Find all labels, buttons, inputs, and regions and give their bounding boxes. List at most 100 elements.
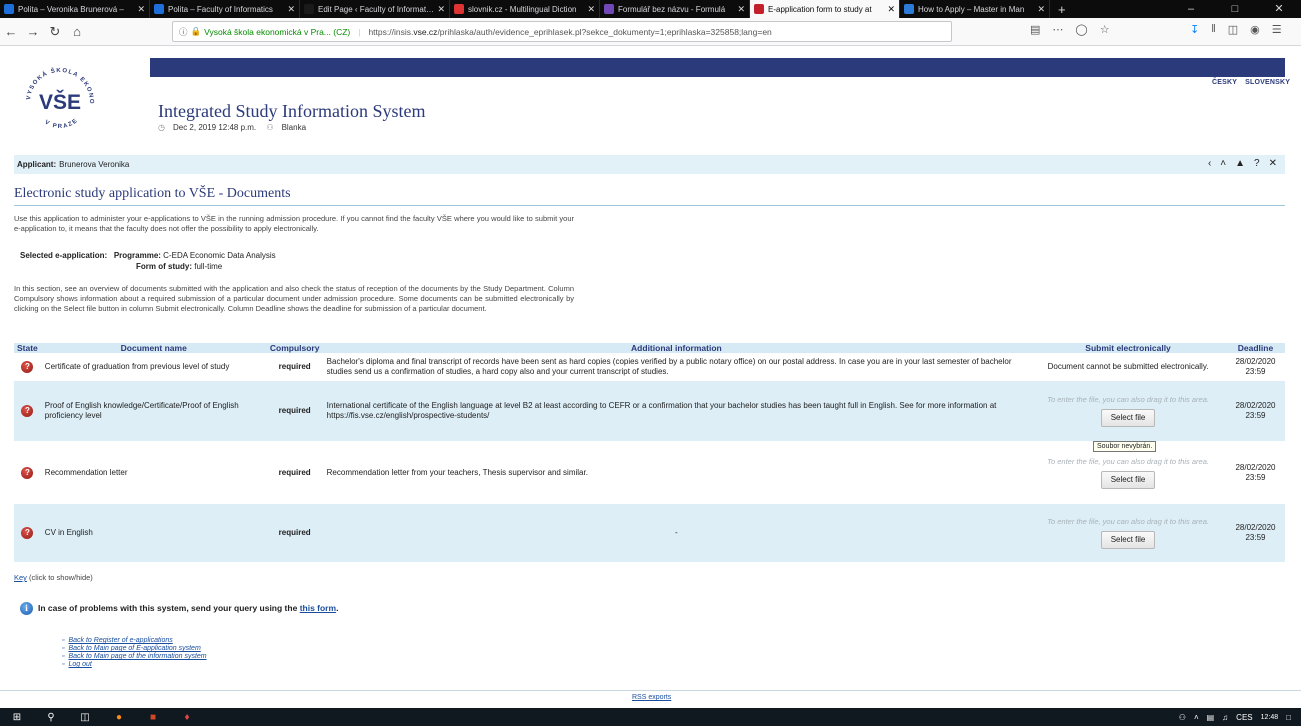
browser-tab[interactable]: Formulář bez názvu - Formulá ✕ (600, 0, 750, 18)
input-language[interactable]: CES (1236, 713, 1252, 722)
file-drop-area[interactable]: To enter the file, you can also drag it … (1030, 504, 1226, 562)
tab-label: slovnik.cz - Multilingual Diction (468, 4, 577, 14)
nav-home-icon[interactable]: ▲ (1235, 158, 1245, 169)
url-bar[interactable]: ⓘ 🔒 Vysoká škola ekonomická v Pra... (CZ… (172, 21, 952, 42)
volume-icon[interactable]: ♫ (1222, 713, 1228, 722)
maximize-icon[interactable]: □ (1213, 0, 1257, 18)
info-icon[interactable]: ⓘ (179, 26, 188, 38)
url-prefix: https://insis. (368, 26, 414, 37)
reload-icon[interactable]: ↻ (44, 24, 66, 40)
select-file-button[interactable]: Select file (1100, 470, 1156, 489)
pocket-icon[interactable]: ◯ (1075, 23, 1087, 36)
compulsory-value: required (266, 441, 323, 504)
bookmark-star-icon[interactable]: ☆ (1100, 23, 1110, 36)
language-links: ČESKY SLOVENSKY (1206, 79, 1290, 86)
deadline-time: 23:59 (1245, 411, 1266, 420)
people-icon[interactable]: ⚇ (1179, 713, 1186, 722)
back-icon[interactable]: ← (0, 24, 22, 39)
library-icon[interactable]: ‖ (1211, 23, 1216, 36)
browser-tab[interactable]: Edit Page ‹ Faculty of Informatics ✕ (300, 0, 450, 18)
clock[interactable]: 12:48 (1261, 714, 1279, 721)
browser-tab[interactable]: slovnik.cz - Multilingual Diction ✕ (450, 0, 600, 18)
browser-tab[interactable]: Polita – Veronika Brunerová – ✕ (0, 0, 150, 18)
browser-tab[interactable]: Polita – Faculty of Informatics ✕ (150, 0, 300, 18)
lock-icon: 🔒 (190, 26, 202, 36)
tab-close-icon[interactable]: ✕ (137, 4, 145, 15)
browser-tab[interactable]: E-application form to study at ✕ (750, 0, 900, 18)
select-file-button[interactable]: Select file (1100, 409, 1156, 427)
not-received-icon: ? (21, 405, 34, 417)
col-additional-info: Additional information (322, 343, 1031, 353)
nav-close-icon[interactable]: ✕ (1269, 158, 1277, 169)
deadline-date: 28/02/2020 (1235, 357, 1276, 366)
nav-back-icon[interactable]: ‹ (1208, 158, 1211, 169)
logo-ring-bottom: V PRAZE (43, 118, 78, 131)
downloads-icon[interactable]: ↧ (1190, 23, 1199, 36)
browser-tab[interactable]: How to Apply – Master in Man ✕ (900, 0, 1050, 18)
deadline: 28/02/2020 23:59 (1225, 353, 1285, 381)
toolbar-icons: ↧ ‖ ◫ ◉ ☰ (1190, 23, 1282, 36)
help-form-link[interactable]: this form (300, 603, 336, 613)
page-actions: ▤ ⋯ ◯ ☆ (1030, 23, 1110, 36)
document-name: Recommendation letter (40, 441, 267, 504)
firefox-icon[interactable]: ● (102, 708, 136, 726)
deadline: 28/02/2020 23:59 (1225, 441, 1285, 504)
site-identity: Vysoká škola ekonomická v Pra... (CZ) (204, 26, 351, 37)
notifications-icon[interactable]: □ (1286, 713, 1291, 722)
rss-container: RSS exports (632, 694, 671, 701)
additional-info: Bachelor's diploma and final transcript … (322, 353, 1031, 381)
tray-chevron-icon[interactable]: ˄ (1194, 713, 1199, 722)
forward-icon[interactable]: → (22, 24, 44, 39)
session-user: Blanka (281, 123, 307, 132)
intro-text: Use this application to administer your … (14, 214, 574, 233)
sidebar-icon[interactable]: ◫ (1228, 23, 1238, 36)
nav-up-icon[interactable]: ˄ (1220, 158, 1226, 169)
deadline-time: 23:59 (1245, 472, 1266, 482)
selected-label: Selected e-application: (20, 251, 108, 260)
logout-link[interactable]: Log out (68, 661, 91, 668)
table-row: ? Proof of English knowledge/Certificate… (14, 381, 1285, 441)
tab-label: E-application form to study at (768, 4, 872, 14)
tab-close-icon[interactable]: ✕ (1037, 4, 1045, 15)
minimize-icon[interactable]: – (1169, 0, 1213, 18)
tab-close-icon[interactable]: ✕ (887, 4, 895, 15)
tab-close-icon[interactable]: ✕ (587, 4, 595, 15)
network-icon[interactable]: ▤ (1207, 713, 1215, 722)
back-to-register-link[interactable]: Back to Register of e-applications (68, 637, 172, 644)
drop-hint: To enter the file, you can also drag it … (1047, 395, 1209, 404)
tab-favicon-icon (454, 4, 464, 14)
rss-exports-link[interactable]: RSS exports (632, 694, 671, 701)
compulsory-value: required (266, 353, 323, 381)
additional-info: - (322, 504, 1031, 562)
powerpoint-icon[interactable]: ■ (136, 708, 170, 726)
select-file-button[interactable]: Select file (1100, 531, 1156, 549)
system-tray: ⚇ ˄ ▤ ♫ CES 12:48 □ (1179, 713, 1301, 722)
page-title: Electronic study application to VŠE - Do… (14, 186, 291, 201)
close-window-icon[interactable]: ✕ (1257, 0, 1301, 18)
app-icon[interactable]: ♦ (170, 708, 204, 726)
document-name: Certificate of graduation from previous … (40, 353, 267, 381)
lang-slovensky-link[interactable]: SLOVENSKY (1245, 79, 1290, 86)
help-text: In case of problems with this system, se… (38, 603, 298, 613)
account-icon[interactable]: ◉ (1250, 23, 1260, 36)
tab-close-icon[interactable]: ✕ (737, 4, 745, 15)
page-actions-icon[interactable]: ⋯ (1052, 23, 1063, 36)
windows-start-icon[interactable]: ⊞ (0, 708, 34, 726)
home-icon[interactable]: ⌂ (66, 24, 88, 39)
search-icon[interactable]: ⚲ (34, 708, 68, 726)
file-drop-area[interactable]: To enter the file, you can also drag it … (1030, 381, 1226, 441)
tab-close-icon[interactable]: ✕ (437, 4, 445, 15)
lang-cesky-link[interactable]: ČESKY (1212, 79, 1237, 86)
menu-icon[interactable]: ☰ (1272, 23, 1282, 36)
col-deadline: Deadline (1225, 343, 1285, 353)
compulsory-value: required (266, 381, 323, 441)
back-to-e-application-link[interactable]: Back to Main page of E-application syste… (68, 645, 200, 652)
back-to-is-link[interactable]: Back to Main page of the information sys… (68, 653, 206, 660)
new-tab-button[interactable]: + (1050, 0, 1074, 18)
task-view-icon[interactable]: ◫ (68, 708, 102, 726)
key-link[interactable]: Key (14, 573, 27, 582)
tab-close-icon[interactable]: ✕ (287, 4, 295, 15)
reader-view-icon[interactable]: ▤ (1030, 23, 1040, 36)
deadline: 28/02/2020 23:59 (1225, 504, 1285, 562)
nav-help-icon[interactable]: ? (1254, 158, 1260, 169)
